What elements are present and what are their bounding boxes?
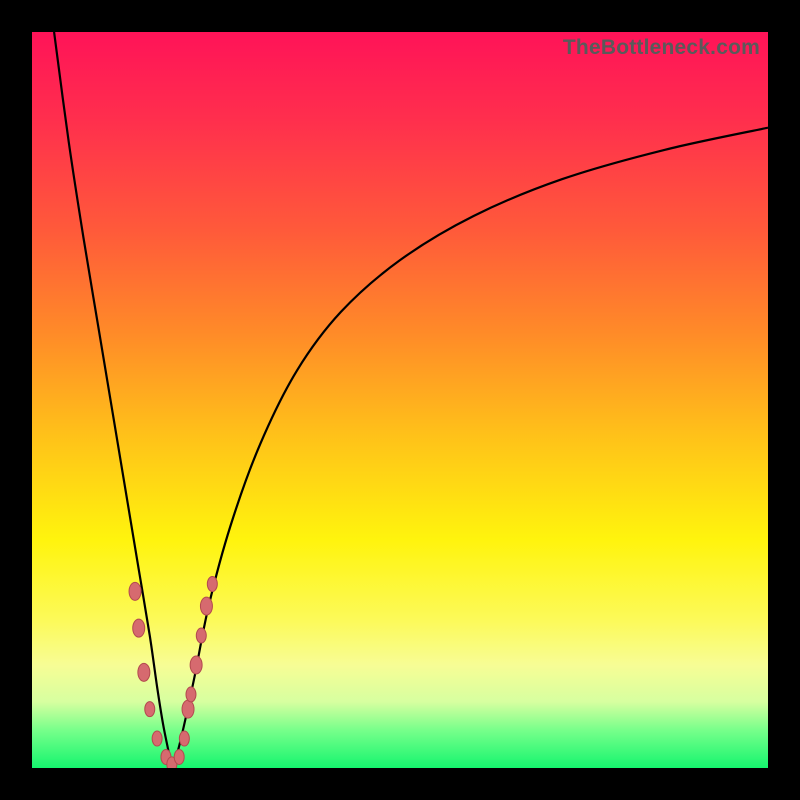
curve-marker — [129, 582, 141, 600]
curve-marker — [196, 628, 206, 643]
marker-cluster — [129, 577, 217, 769]
curve-marker — [174, 749, 184, 764]
curve-marker — [190, 656, 202, 674]
plot-area: TheBottleneck.com — [32, 32, 768, 768]
curve-marker — [186, 687, 196, 702]
curve-marker — [182, 700, 194, 718]
curve-marker — [179, 731, 189, 746]
curve-marker — [138, 663, 150, 681]
curve-svg — [32, 32, 768, 768]
chart-frame: TheBottleneck.com — [0, 0, 800, 800]
left-branch-curve — [54, 32, 172, 768]
curve-marker — [207, 577, 217, 592]
curve-marker — [133, 619, 145, 637]
curve-marker — [145, 702, 155, 717]
curve-marker — [200, 597, 212, 615]
right-branch-curve — [172, 128, 768, 768]
curve-marker — [152, 731, 162, 746]
